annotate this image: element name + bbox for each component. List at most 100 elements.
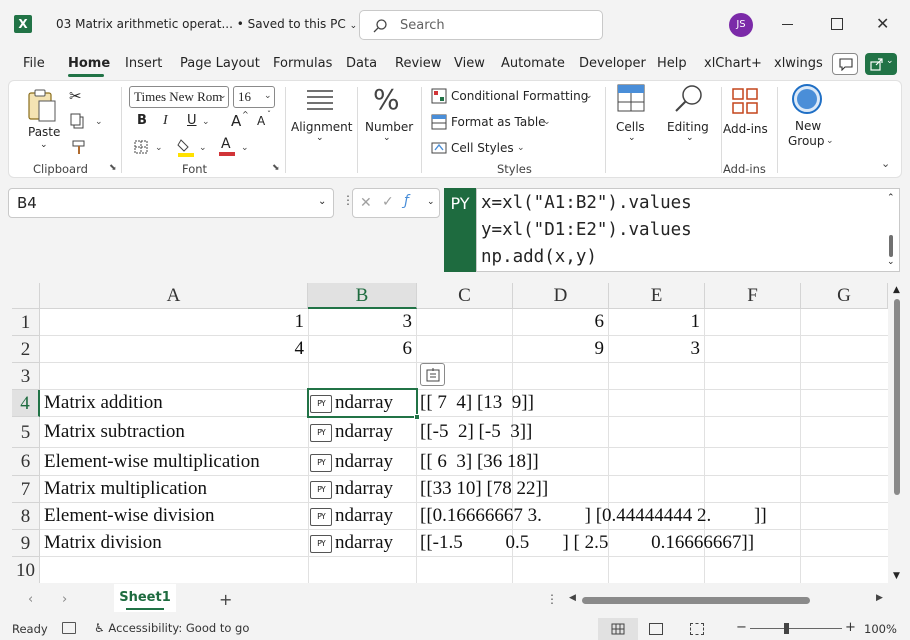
cell-e2[interactable]: 3 [608,338,701,360]
row-header-7[interactable]: 7 [12,476,40,503]
maximize-button[interactable] [831,18,843,30]
scrollbar-thumb[interactable] [889,235,893,257]
sheet-tab-sheet1[interactable]: Sheet1 [114,584,176,612]
accessibility-status[interactable]: ♿ Accessibility: Good to go [94,621,249,635]
cell-d1[interactable]: 6 [512,311,605,333]
scroll-left-icon[interactable]: ◀ [569,593,576,603]
cell-a7[interactable]: Matrix multiplication [44,478,207,500]
column-header-b[interactable]: B [308,283,417,309]
horizontal-scrollbar-thumb[interactable] [582,597,810,604]
column-header-c[interactable]: C [417,283,513,309]
cell-b7[interactable]: PY ndarray [310,478,393,500]
scrollbar-thumb[interactable] [894,299,900,495]
cell-b8[interactable]: PY ndarray [310,505,393,527]
document-title[interactable]: 03 Matrix arithmetic operat... • Saved t… [56,17,357,31]
row-header-2[interactable]: 2 [12,336,40,363]
cut-icon[interactable]: ✂ [69,87,82,105]
insert-data-icon[interactable] [420,363,445,386]
number-format-button[interactable]: % Number ⌄ [363,83,415,155]
next-sheet-icon[interactable]: › [62,592,67,607]
paste-button[interactable]: Paste ⌄ [25,87,61,157]
format-painter-icon[interactable] [71,139,87,158]
underline-button[interactable]: U [187,113,197,128]
page-break-view-button[interactable] [690,623,704,635]
cell-a1[interactable]: 1 [40,311,305,333]
row-header-9[interactable]: 9 [12,530,40,557]
tab-xlchart[interactable]: xlChart+ [704,56,762,71]
dialog-launcher-icon[interactable]: ⬊ [272,163,280,173]
macro-recording-icon[interactable] [62,622,76,634]
tab-file[interactable]: File [23,56,45,71]
italic-button[interactable]: I [163,113,168,129]
insert-function-icon[interactable]: ƒ [404,193,409,209]
cell-a8[interactable]: Element-wise division [44,505,214,527]
tab-automate[interactable]: Automate [501,56,565,71]
row-header-6[interactable]: 6 [12,448,40,476]
row-header-3[interactable]: 3 [12,363,40,390]
enter-icon[interactable]: ✓ [382,194,394,210]
row-header-5[interactable]: 5 [12,417,40,448]
row-header-8[interactable]: 8 [12,503,40,530]
tab-review[interactable]: Review [395,56,441,71]
shrink-font-button[interactable]: A [257,114,265,128]
fill-handle[interactable] [414,414,420,420]
tab-data[interactable]: Data [346,56,377,71]
zoom-out-button[interactable]: − [736,620,747,635]
formula-scrollbar[interactable]: ⌃ ⌄ [885,193,897,269]
alignment-button[interactable]: Alignment ⌄ [291,87,352,157]
search-box[interactable]: Search [359,10,603,40]
cell-b5[interactable]: PY ndarray [310,421,393,443]
column-header-e[interactable]: E [609,283,705,309]
tab-page-layout[interactable]: Page Layout [180,56,260,71]
bold-button[interactable]: B [137,113,147,128]
cell-styles-button[interactable]: Cell Styles ⌄ [431,140,531,158]
cell-b6[interactable]: PY ndarray [310,451,393,473]
tab-developer[interactable]: Developer [579,56,646,71]
cell-d2[interactable]: 9 [512,338,605,360]
copy-icon[interactable] [69,113,85,132]
cell-c6[interactable]: [[ 6 3] [36 18]] [420,451,539,473]
tab-help[interactable]: Help [657,56,687,71]
cell-a9[interactable]: Matrix division [44,532,162,554]
cell-b9[interactable]: PY ndarray [310,532,393,554]
zoom-level[interactable]: 100% [864,622,897,636]
cell-c5[interactable]: [[-5 2] [-5 3]] [420,421,532,443]
tab-insert[interactable]: Insert [125,56,162,71]
column-header-g[interactable]: G [801,283,888,309]
cell-b1[interactable]: 3 [308,311,413,333]
cell-a6[interactable]: Element-wise multiplication [44,451,260,473]
zoom-slider-thumb[interactable] [784,623,789,634]
column-header-f[interactable]: F [705,283,801,309]
add-sheet-icon[interactable]: + [219,590,232,609]
worksheet-grid[interactable]: A B C D E F G 1 2 3 4 5 6 7 8 9 10 1 3 6… [12,283,888,583]
share-button[interactable]: ⌄ [865,53,897,75]
borders-icon[interactable] [133,139,149,158]
cell-c9[interactable]: [[-1.5 0.5 ] [ 2.5 0.16666667]] [420,532,754,554]
cell-a5[interactable]: Matrix subtraction [44,421,185,443]
vertical-scrollbar[interactable]: ▲ ▼ [890,283,904,583]
scroll-right-icon[interactable]: ▶ [876,593,883,603]
zoom-slider-track[interactable] [750,628,842,629]
conditional-formatting-button[interactable]: Conditional Formatting ⌄ [431,88,593,106]
row-header-4[interactable]: 4 [12,390,40,417]
cell-a2[interactable]: 4 [40,338,305,360]
name-box[interactable]: B4 ⌄ [8,188,334,218]
cell-c8[interactable]: [[0.16666667 3. ] [0.44444444 2. ]] [420,505,767,527]
editing-button[interactable]: Editing ⌄ [665,83,715,155]
cells-button[interactable]: Cells ⌄ [611,83,651,155]
new-group-button[interactable]: New Group ⌄ [785,83,834,155]
cell-c4[interactable]: [[ 7 4] [13 9]] [420,392,534,414]
cell-b2[interactable]: 6 [308,338,413,360]
user-avatar[interactable]: JS [729,13,753,37]
fill-color-icon[interactable] [177,137,195,160]
column-header-a[interactable]: A [40,283,308,309]
zoom-in-button[interactable]: + [845,620,856,635]
addins-button[interactable]: Add-ins [723,87,769,143]
more-options-icon[interactable]: ⋮ [546,592,558,606]
page-layout-view-button[interactable] [649,623,663,635]
font-name-combo[interactable]: Times New Rom [129,86,229,108]
close-button[interactable]: ✕ [876,14,889,33]
normal-view-button[interactable] [598,618,638,640]
tab-formulas[interactable]: Formulas [273,56,332,71]
dialog-launcher-icon[interactable]: ⬊ [109,163,117,173]
